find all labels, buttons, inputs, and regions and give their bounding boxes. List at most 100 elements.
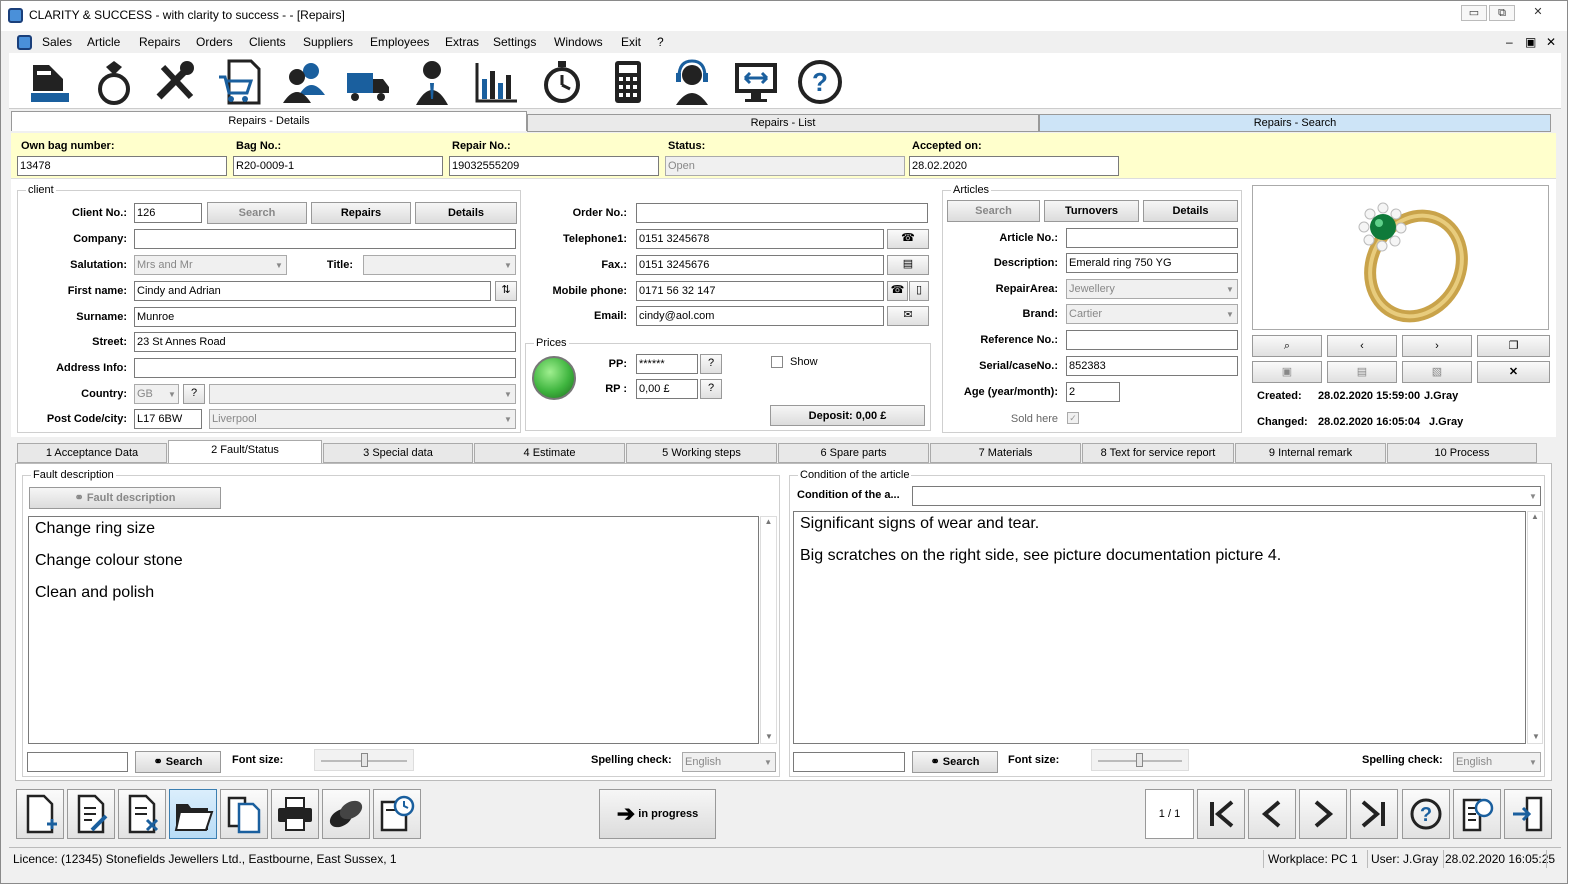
accepted-field[interactable]: 28.02.2020 <box>909 156 1119 176</box>
telephone-field[interactable]: 0151 3245678 <box>636 229 884 249</box>
article-search-button[interactable]: Search <box>947 200 1040 222</box>
serial-field[interactable]: 852383 <box>1066 356 1238 376</box>
article-details-button[interactable]: Details <box>1143 200 1238 222</box>
client-no-field[interactable]: 126 <box>134 203 202 223</box>
menu-extras[interactable]: Extras <box>445 35 479 49</box>
help-button[interactable]: ? <box>1402 789 1450 839</box>
copy-document-button[interactable] <box>220 789 268 839</box>
support-headset-icon[interactable] <box>667 57 719 107</box>
mdi-close-button[interactable]: ✕ <box>1546 35 1556 49</box>
tab-process[interactable]: 10 Process <box>1387 443 1537 463</box>
stopwatch-icon[interactable] <box>537 57 589 107</box>
menu-windows[interactable]: Windows <box>554 35 603 49</box>
clients-icon[interactable] <box>279 57 331 107</box>
menu-help[interactable]: ? <box>657 35 664 49</box>
salutation-select[interactable]: Mrs and Mr <box>134 255 287 275</box>
calendar-button[interactable] <box>373 789 421 839</box>
open-folder-button[interactable] <box>169 789 217 839</box>
photo-paste-icon[interactable]: ▤ <box>1327 361 1397 383</box>
pp-help-button[interactable]: ? <box>700 354 722 374</box>
menu-repairs[interactable]: Repairs <box>139 35 180 49</box>
help-icon[interactable]: ? <box>795 57 847 107</box>
fault-search-input[interactable] <box>27 752 128 772</box>
swap-names-icon[interactable]: ⇅ <box>495 281 517 301</box>
tab-acceptance-data[interactable]: 1 Acceptance Data <box>17 443 167 463</box>
company-field[interactable] <box>134 229 516 249</box>
age-field[interactable]: 2 <box>1066 382 1120 402</box>
delete-document-button[interactable] <box>118 789 166 839</box>
cart-document-icon[interactable] <box>215 57 267 107</box>
repair-no-field[interactable]: 19032555209 <box>449 156 659 176</box>
tab-fault-status[interactable]: 2 Fault/Status <box>168 440 322 464</box>
fault-scrollbar[interactable]: ▲ ▼ <box>760 516 777 744</box>
repair-area-select[interactable]: Jewellery <box>1066 279 1238 299</box>
exit-button[interactable] <box>1504 789 1552 839</box>
address-info-field[interactable] <box>134 358 516 378</box>
tab-estimate[interactable]: 4 Estimate <box>474 443 625 463</box>
call-mobile-icon[interactable]: ☎ <box>887 281 908 301</box>
condition-select[interactable] <box>912 486 1541 506</box>
tab-special-data[interactable]: 3 Special data <box>323 443 473 463</box>
sms-icon[interactable]: ▯ <box>909 281 929 301</box>
fault-text-area[interactable]: Change ring size Change colour stone Cle… <box>28 516 759 744</box>
country-name-select[interactable] <box>209 384 516 404</box>
tab-repairs-list[interactable]: Repairs - List <box>527 114 1039 132</box>
calculator-icon[interactable] <box>603 57 655 107</box>
condition-search-input[interactable] <box>793 752 905 772</box>
tab-materials[interactable]: 7 Materials <box>930 443 1081 463</box>
first-record-button[interactable] <box>1197 789 1245 839</box>
last-record-button[interactable] <box>1350 789 1398 839</box>
mdi-minimize-button[interactable]: – <box>1506 35 1513 49</box>
previous-record-button[interactable] <box>1248 789 1296 839</box>
menu-article[interactable]: Article <box>87 35 120 49</box>
brand-select[interactable]: Cartier <box>1066 304 1238 324</box>
fault-description-button[interactable]: ⚭ Fault description <box>29 487 221 509</box>
photo-image-icon[interactable]: ▣ <box>1252 361 1322 383</box>
phone-icon[interactable]: ☎ <box>887 229 929 249</box>
condition-font-size-slider[interactable] <box>1091 749 1189 771</box>
menu-clients[interactable]: Clients <box>249 35 286 49</box>
country-help-button[interactable]: ? <box>183 384 205 404</box>
truck-icon[interactable] <box>343 57 395 107</box>
tab-internal-remark[interactable]: 9 Internal remark <box>1235 443 1386 463</box>
menu-exit[interactable]: Exit <box>621 35 641 49</box>
surname-field[interactable]: Munroe <box>134 307 516 327</box>
condition-scrollbar[interactable]: ▲ ▼ <box>1527 511 1543 744</box>
reference-field[interactable] <box>1066 330 1238 350</box>
mail-icon[interactable]: ✉ <box>887 306 929 326</box>
fault-spelling-select[interactable]: English <box>682 752 776 772</box>
bag-no-field[interactable]: R20-0009-1 <box>233 156 443 176</box>
turnovers-button[interactable]: Turnovers <box>1044 200 1139 222</box>
history-button[interactable] <box>1453 789 1501 839</box>
condition-search-button[interactable]: ⚭ Search <box>912 751 998 773</box>
photo-delete-icon[interactable]: ✕ <box>1477 361 1550 383</box>
in-progress-button[interactable]: ➔ in progress <box>599 789 716 839</box>
fault-search-button[interactable]: ⚭ Search <box>135 751 221 773</box>
show-checkbox[interactable] <box>771 356 783 368</box>
sales-icon[interactable] <box>25 57 77 107</box>
postcode-field[interactable]: L17 6BW <box>134 409 202 429</box>
next-record-button[interactable] <box>1299 789 1347 839</box>
first-name-field[interactable]: Cindy and Adrian <box>134 281 491 301</box>
minimize-button[interactable]: ▭ <box>1461 5 1487 21</box>
edit-document-button[interactable] <box>67 789 115 839</box>
menu-settings[interactable]: Settings <box>493 35 536 49</box>
client-search-button[interactable]: Search <box>207 202 307 224</box>
condition-spelling-select[interactable]: English <box>1453 752 1541 772</box>
tab-working-steps[interactable]: 5 Working steps <box>626 443 777 463</box>
maximize-button[interactable]: ⧉ <box>1489 5 1515 21</box>
tab-repairs-details[interactable]: Repairs - Details <box>11 111 527 131</box>
print-button[interactable] <box>271 789 319 839</box>
employee-icon[interactable] <box>407 57 459 107</box>
tab-text-service-report[interactable]: 8 Text for service report <box>1082 443 1234 463</box>
article-no-field[interactable] <box>1066 228 1238 248</box>
tab-repairs-search[interactable]: Repairs - Search <box>1039 114 1551 132</box>
fax-field[interactable]: 0151 3245676 <box>636 255 884 275</box>
photo-copy-icon[interactable]: ❐ <box>1477 335 1550 357</box>
photo-next-icon[interactable]: › <box>1402 335 1472 357</box>
menu-orders[interactable]: Orders <box>196 35 233 49</box>
pp-field[interactable]: ****** <box>636 354 698 374</box>
client-details-button[interactable]: Details <box>415 202 517 224</box>
street-field[interactable]: 23 St Annes Road <box>134 332 516 352</box>
description-field[interactable]: Emerald ring 750 YG <box>1066 253 1238 273</box>
